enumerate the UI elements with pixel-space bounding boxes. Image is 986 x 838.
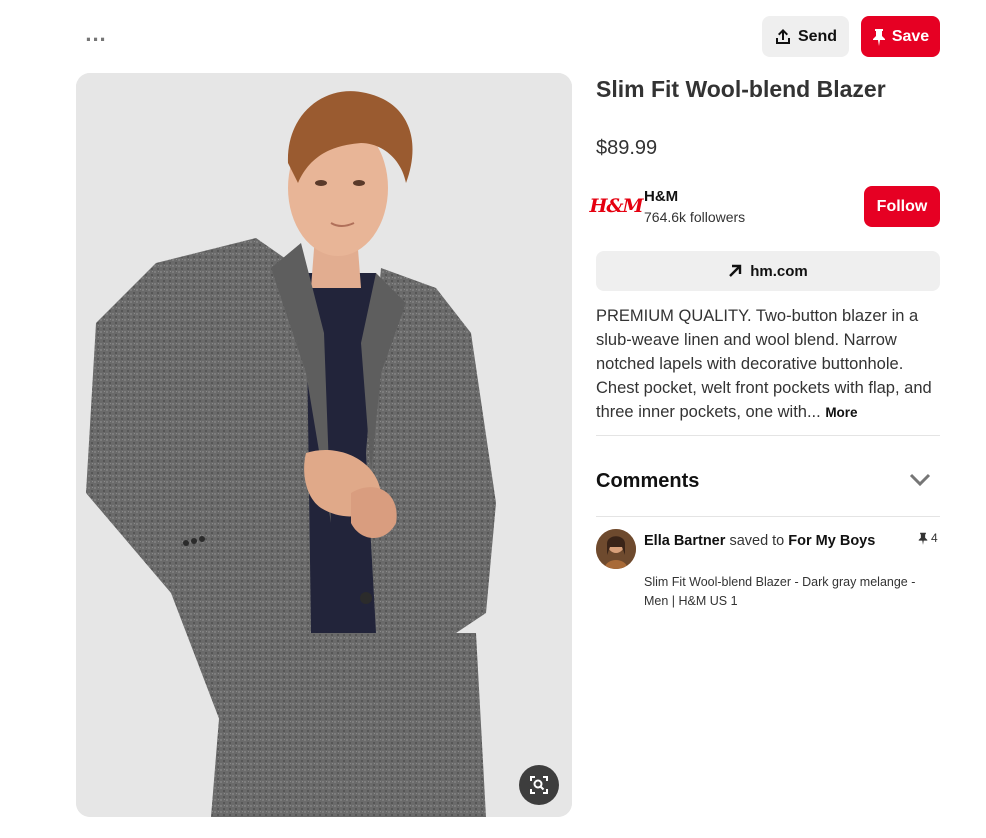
brand-avatar[interactable]: H&M xyxy=(589,186,644,226)
more-options-icon[interactable]: ... xyxy=(80,22,112,54)
arrow-up-right-icon xyxy=(729,264,742,277)
pin-description: PREMIUM QUALITY. Two-button blazer in a … xyxy=(596,304,940,425)
pin-count-value: 4 xyxy=(931,531,938,545)
visual-search-button[interactable] xyxy=(519,765,559,805)
comment-user[interactable]: Ella Bartner xyxy=(644,533,725,549)
product-price: $89.99 xyxy=(596,137,658,159)
pin-title: Slim Fit Wool-blend Blazer xyxy=(596,76,886,102)
visual-search-icon xyxy=(530,776,548,794)
follow-button[interactable]: Follow xyxy=(864,186,940,227)
description-text: PREMIUM QUALITY. Two-button blazer in a … xyxy=(596,307,932,421)
save-label: Save xyxy=(891,27,930,45)
pushpin-icon xyxy=(872,28,885,46)
share-upload-icon xyxy=(775,28,790,44)
brand-name[interactable]: H&M xyxy=(644,188,678,205)
pin-count: 4 xyxy=(918,531,938,545)
save-button[interactable]: Save xyxy=(861,16,940,57)
chevron-down-icon xyxy=(909,473,931,487)
divider xyxy=(596,516,940,517)
avatar[interactable] xyxy=(596,529,636,569)
comment-activity: Ella Bartner saved to For My Boys xyxy=(644,531,914,552)
send-label: Send xyxy=(797,27,838,45)
more-link[interactable]: More xyxy=(825,405,857,420)
follower-count: 764.6k followers xyxy=(644,209,746,225)
external-link-button[interactable]: hm.com xyxy=(596,251,940,291)
comment-action: saved to xyxy=(729,533,785,549)
link-label: hm.com xyxy=(750,262,808,280)
comment-board[interactable]: For My Boys xyxy=(788,533,875,549)
divider xyxy=(596,435,940,436)
send-button[interactable]: Send xyxy=(762,16,849,57)
avatar-image xyxy=(596,529,636,569)
product-photo xyxy=(76,73,572,817)
comment-subtitle: Slim Fit Wool-blend Blazer - Dark gray m… xyxy=(644,575,916,608)
pushpin-icon xyxy=(918,532,928,545)
brand-logo-text: H&M xyxy=(589,195,643,217)
comments-toggle[interactable] xyxy=(906,468,934,492)
pin-image[interactable] xyxy=(76,73,572,817)
comments-heading: Comments xyxy=(596,470,700,492)
